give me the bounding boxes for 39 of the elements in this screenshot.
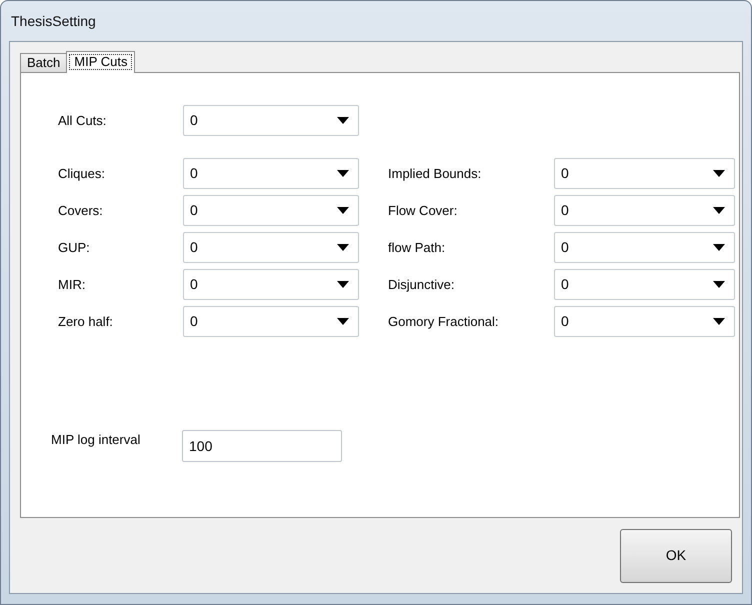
- dropdown-caret-icon: [337, 318, 349, 325]
- field-label: All Cuts:: [58, 112, 108, 130]
- dropdown[interactable]: 0: [183, 105, 359, 136]
- dropdown[interactable]: 0: [554, 306, 735, 337]
- field-label: GUP:: [58, 238, 91, 257]
- dropdown-caret-icon: [337, 117, 349, 124]
- field-label: Gomory Fractional:: [388, 312, 500, 331]
- field-label: Disjunctive:: [388, 276, 456, 294]
- field-label: MIP log interval: [51, 431, 142, 449]
- dropdown[interactable]: 0: [554, 195, 735, 226]
- field-label: Cliques:: [58, 164, 106, 183]
- dropdown[interactable]: 0: [183, 158, 359, 189]
- dropdown-caret-icon: [337, 170, 349, 177]
- dropdown[interactable]: 0: [554, 158, 735, 189]
- dropdown-caret-icon: [713, 281, 725, 288]
- dropdown[interactable]: 0: [183, 306, 359, 337]
- dropdown-caret-icon: [713, 170, 725, 177]
- field-label: Covers:: [58, 202, 104, 220]
- field-label: flow Path:: [388, 238, 446, 257]
- field-label: Zero half:: [58, 312, 114, 331]
- dropdown[interactable]: 0: [554, 232, 735, 263]
- window-title: ThesisSetting: [11, 12, 96, 31]
- dropdown-caret-icon: [713, 244, 725, 251]
- text-field[interactable]: 100: [182, 430, 342, 462]
- dropdown[interactable]: 0: [183, 195, 359, 226]
- dropdown-caret-icon: [337, 207, 349, 214]
- dropdown-caret-icon: [713, 318, 725, 325]
- field-label: Implied Bounds:: [388, 164, 482, 183]
- dropdown-caret-icon: [337, 244, 349, 251]
- dropdown-caret-icon: [713, 207, 725, 214]
- dropdown-caret-icon: [337, 281, 349, 288]
- field-label: Flow Cover:: [388, 202, 458, 220]
- dropdown[interactable]: 0: [554, 269, 735, 300]
- dropdown[interactable]: 0: [183, 269, 359, 300]
- tab[interactable]: MIP Cuts: [66, 51, 136, 73]
- dropdown[interactable]: 0: [183, 232, 359, 263]
- tab[interactable]: Batch: [20, 53, 68, 72]
- ok-button[interactable]: OK: [620, 528, 732, 582]
- field-label: MIR:: [58, 276, 86, 294]
